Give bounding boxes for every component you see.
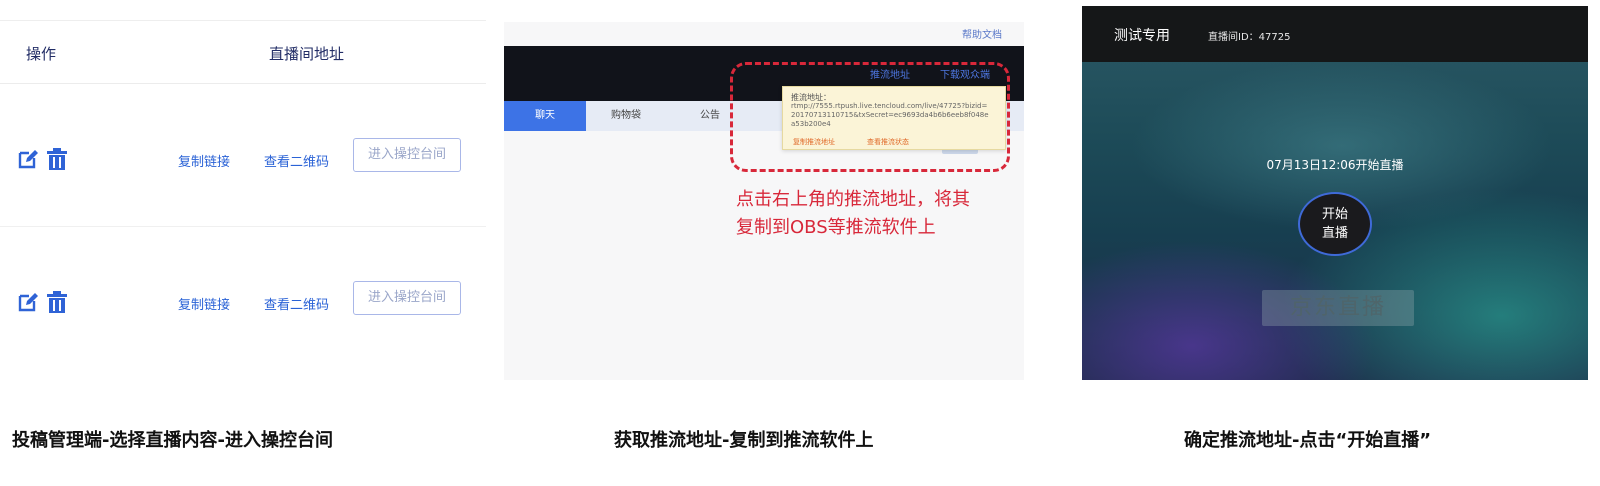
room-id: 直播间ID：47725: [1208, 32, 1291, 43]
copy-link-button[interactable]: 复制链接: [178, 294, 230, 313]
edit-icon[interactable]: [17, 148, 39, 170]
live-start-panel: 测试专用 直播间ID：47725 07月13日12:06开始直播 开始 直播 京…: [1082, 6, 1588, 380]
view-qr-code-button[interactable]: 查看二维码: [264, 151, 329, 170]
column-header-room-address: 直播间地址: [269, 45, 345, 63]
start-live-label: 开始 直播: [1321, 207, 1348, 241]
caption-step-1: 投稿管理端-选择直播内容-进入操控台间: [12, 430, 333, 451]
table-row: 复制链接 查看二维码 进入操控台间: [0, 84, 486, 227]
highlight-dashed-box: [730, 62, 1010, 172]
watermark-logo: 京东直播: [1262, 290, 1414, 326]
live-top-bar: 测试专用 直播间ID：47725: [1082, 6, 1588, 62]
view-qr-code-button[interactable]: 查看二维码: [264, 294, 329, 313]
annotation-line: 点击右上角的推流地址，将其: [736, 189, 970, 210]
start-time-text: 07月13日12:06开始直播: [1266, 158, 1404, 172]
table-header: 操作 直播间地址: [0, 21, 486, 84]
enter-console-button[interactable]: 进入操控台间: [353, 138, 461, 172]
start-live-button[interactable]: 开始 直播: [1298, 192, 1372, 256]
content-management-panel: 操作 直播间地址 复制链接 查看二维码 进入操控台间 复制链接 查看二维码 进入…: [0, 20, 486, 380]
caption-step-2: 获取推流地址-复制到推流软件上: [614, 430, 874, 451]
enter-console-button[interactable]: 进入操控台间: [353, 281, 461, 315]
tab-shopping-bag[interactable]: 购物袋: [594, 101, 658, 131]
edit-icon[interactable]: [17, 291, 39, 313]
table-row: 复制链接 查看二维码 进入操控台间: [0, 227, 486, 369]
annotation-text: 点击右上角的推流地址，将其 复制到OBS等推流软件上: [736, 186, 1024, 242]
caption-step-3: 确定推流地址-点击“开始直播”: [1184, 430, 1432, 451]
console-push-address-panel: 帮助文档 推流地址 下载观众端 聊天 购物袋 公告 推流地址： rtmp://7…: [504, 22, 1024, 380]
copy-link-button[interactable]: 复制链接: [178, 151, 230, 170]
trash-icon[interactable]: [46, 147, 68, 170]
column-header-operations: 操作: [26, 45, 57, 63]
help-doc-link[interactable]: 帮助文档: [962, 26, 1002, 41]
tab-chat[interactable]: 聊天: [504, 101, 586, 131]
room-title: 测试专用: [1114, 28, 1170, 44]
annotation-line: 复制到OBS等推流软件上: [736, 217, 936, 238]
trash-icon[interactable]: [46, 290, 68, 313]
